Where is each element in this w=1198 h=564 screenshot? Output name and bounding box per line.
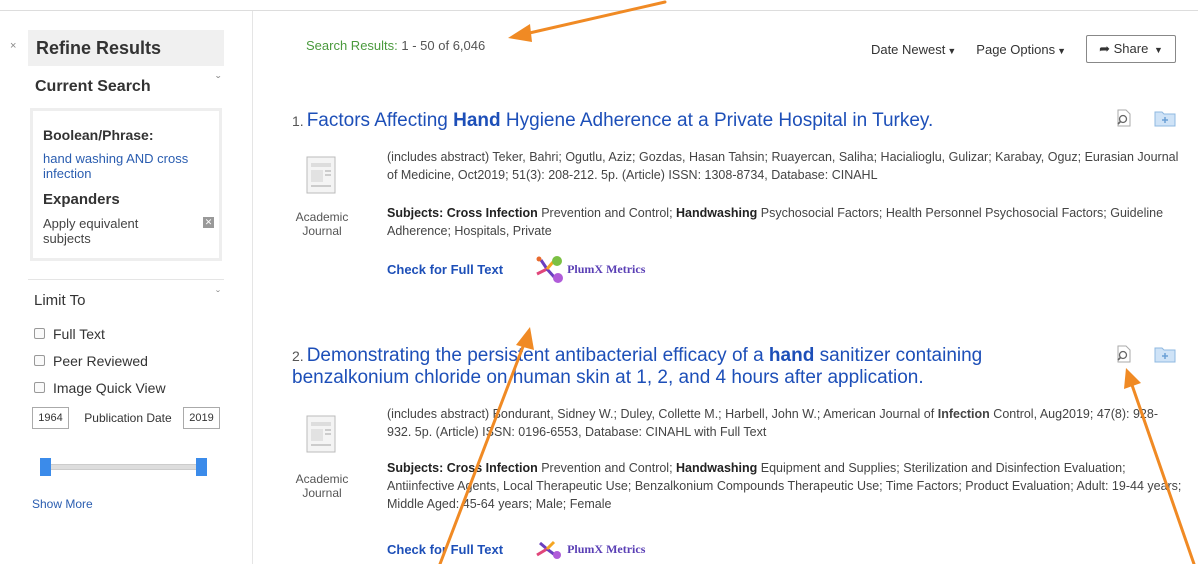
limit-peer-reviewed[interactable]: Peer Reviewed bbox=[28, 347, 224, 374]
peer-reviewed-label: Peer Reviewed bbox=[53, 352, 148, 369]
plumx-metrics-label: PlumX Metrics bbox=[567, 261, 646, 276]
result-item-1: 1. Factors Affecting Hand Hygiene Adheren… bbox=[292, 109, 1182, 290]
check-full-text-link[interactable]: Check for Full Text bbox=[387, 262, 503, 277]
image-quick-view-checkbox[interactable] bbox=[34, 382, 45, 393]
result-number: 2. bbox=[292, 348, 304, 364]
chevron-down-icon[interactable]: ˇ bbox=[216, 288, 220, 302]
plumx-metrics-link[interactable]: PlumX Metrics bbox=[533, 537, 645, 561]
slider-handle-start[interactable] bbox=[40, 458, 51, 476]
expanders-label: Expanders bbox=[43, 191, 120, 208]
search-results-range: 1 - 50 of 6,046 bbox=[401, 38, 486, 53]
top-border bbox=[0, 10, 1198, 11]
preview-magnifier-icon[interactable] bbox=[1115, 109, 1133, 127]
document-type-label: Academic Journal bbox=[295, 210, 349, 238]
result-number: 1. bbox=[292, 113, 304, 129]
slider-track bbox=[42, 464, 202, 470]
plumx-icon bbox=[536, 256, 564, 283]
result-subjects: Subjects: Cross Infection Prevention and… bbox=[387, 461, 1182, 511]
limit-to-heading[interactable]: Limit To ˇ bbox=[28, 288, 224, 314]
preview-magnifier-icon[interactable] bbox=[1115, 345, 1133, 363]
limit-full-text[interactable]: Full Text bbox=[28, 320, 224, 347]
publication-date-range: 1964 Publication Date 2019 bbox=[28, 407, 224, 451]
result-metadata: (includes abstract) Teker, Bahri; Ogutlu… bbox=[387, 150, 1179, 182]
add-to-folder-icon[interactable] bbox=[1154, 109, 1176, 127]
result-links: Check for Full Text PlumX Metrics bbox=[387, 254, 645, 284]
full-text-checkbox[interactable] bbox=[34, 328, 45, 339]
sidebar-separator bbox=[252, 11, 253, 564]
result-title: 1. Factors Affecting Hand Hygiene Adheren… bbox=[292, 110, 1182, 132]
publication-date-label: Publication Date bbox=[84, 411, 172, 425]
collapse-sidebar-icon[interactable]: × bbox=[10, 40, 16, 52]
document-icon bbox=[306, 415, 336, 453]
page-options-dropdown[interactable]: Page Options ▼ bbox=[976, 42, 1066, 57]
add-to-folder-icon[interactable] bbox=[1154, 345, 1176, 363]
remove-icon[interactable]: ✕ bbox=[203, 217, 214, 228]
expander-item-label: Apply equivalent subjects bbox=[43, 216, 139, 246]
chevron-down-icon[interactable]: ˇ bbox=[216, 74, 220, 88]
sort-dropdown[interactable]: Date Newest ▼ bbox=[871, 42, 956, 57]
date-slider[interactable] bbox=[28, 455, 224, 479]
limit-to-label: Limit To bbox=[34, 292, 86, 309]
limit-image-quick-view[interactable]: Image Quick View bbox=[28, 374, 224, 401]
result-links: Check for Full Text PlumX Metrics bbox=[387, 537, 645, 561]
share-icon: ➦ bbox=[1099, 41, 1111, 56]
result-subjects: Subjects: Cross Infection Prevention and… bbox=[387, 206, 1164, 238]
result-title: 2. Demonstrating the persistent antibacte… bbox=[292, 345, 1102, 389]
caret-down-icon: ▼ bbox=[1057, 45, 1066, 56]
search-results-label: Search Results: bbox=[306, 38, 398, 53]
document-type-label: Academic Journal bbox=[295, 472, 349, 500]
peer-reviewed-checkbox[interactable] bbox=[34, 355, 45, 366]
date-to-input[interactable]: 2019 bbox=[183, 407, 220, 429]
result-metadata: (includes abstract) Bondurant, Sidney W.… bbox=[387, 407, 1158, 439]
divider bbox=[28, 279, 224, 280]
result-title-link[interactable]: Factors Affecting Hand Hygiene Adherence… bbox=[307, 110, 934, 131]
boolean-phrase-label: Boolean/Phrase: bbox=[43, 127, 154, 143]
document-icon bbox=[306, 156, 336, 194]
full-text-label: Full Text bbox=[53, 325, 105, 342]
current-search-box: Boolean/Phrase: hand washing AND cross i… bbox=[30, 108, 222, 261]
date-from-input[interactable]: 1964 bbox=[32, 407, 69, 429]
caret-down-icon: ▼ bbox=[947, 45, 957, 56]
search-results-count: Search Results: 1 - 50 of 6,046 bbox=[306, 38, 485, 53]
expander-item: Apply equivalent subjects ✕ bbox=[43, 216, 214, 246]
image-quick-view-label: Image Quick View bbox=[53, 379, 166, 396]
plumx-icon bbox=[536, 540, 562, 559]
results-toolbar: Date Newest ▼ Page Options ▼ ➦ Share ▼ bbox=[851, 35, 1176, 63]
caret-down-icon: ▼ bbox=[1153, 45, 1163, 55]
plumx-metrics-link[interactable]: PlumX Metrics bbox=[533, 254, 645, 284]
refine-results-title: Refine Results bbox=[28, 30, 224, 66]
page-options-label: Page Options bbox=[976, 41, 1056, 57]
refine-results-sidebar: Refine Results Current Search ˇ Boolean/… bbox=[28, 30, 224, 511]
show-more-link[interactable]: Show More bbox=[28, 497, 224, 511]
result-item-2: 2. Demonstrating the persistent antibacte… bbox=[292, 345, 1182, 564]
current-search-label: Current Search bbox=[35, 78, 151, 95]
arrow-to-results-count bbox=[523, 0, 667, 36]
share-label: Share bbox=[1113, 41, 1149, 56]
result-title-link[interactable]: Demonstrating the persistent antibacteri… bbox=[292, 345, 982, 388]
current-search-heading[interactable]: Current Search ˇ bbox=[28, 74, 224, 100]
share-button[interactable]: ➦ Share ▼ bbox=[1086, 35, 1176, 63]
search-terms-link[interactable]: hand washing AND cross infection bbox=[43, 151, 211, 181]
sort-label: Date Newest bbox=[870, 41, 946, 57]
slider-handle-end[interactable] bbox=[196, 458, 207, 476]
plumx-metrics-label: PlumX Metrics bbox=[567, 541, 646, 556]
check-full-text-link[interactable]: Check for Full Text bbox=[387, 542, 503, 557]
arrowhead-icon bbox=[508, 24, 532, 42]
